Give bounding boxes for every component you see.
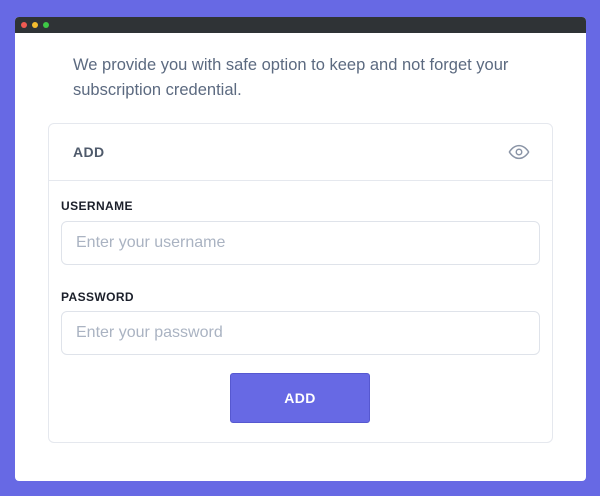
password-label: PASSWORD <box>61 290 134 304</box>
window-titlebar <box>15 17 586 33</box>
username-label: USERNAME <box>61 199 133 213</box>
eye-icon[interactable] <box>508 141 530 163</box>
window-maximize-button[interactable] <box>43 22 49 28</box>
card-title: ADD <box>73 144 105 160</box>
window-minimize-button[interactable] <box>32 22 38 28</box>
intro-text: We provide you with safe option to keep … <box>73 56 509 99</box>
app-window: We provide you with safe option to keep … <box>15 17 586 481</box>
username-input[interactable] <box>61 221 540 265</box>
add-credential-card: ADD USERNAME PASSWORD ADD <box>48 123 553 443</box>
window-close-button[interactable] <box>21 22 27 28</box>
password-input[interactable] <box>61 311 540 355</box>
card-header: ADD <box>49 124 552 181</box>
add-button[interactable]: ADD <box>230 373 370 423</box>
